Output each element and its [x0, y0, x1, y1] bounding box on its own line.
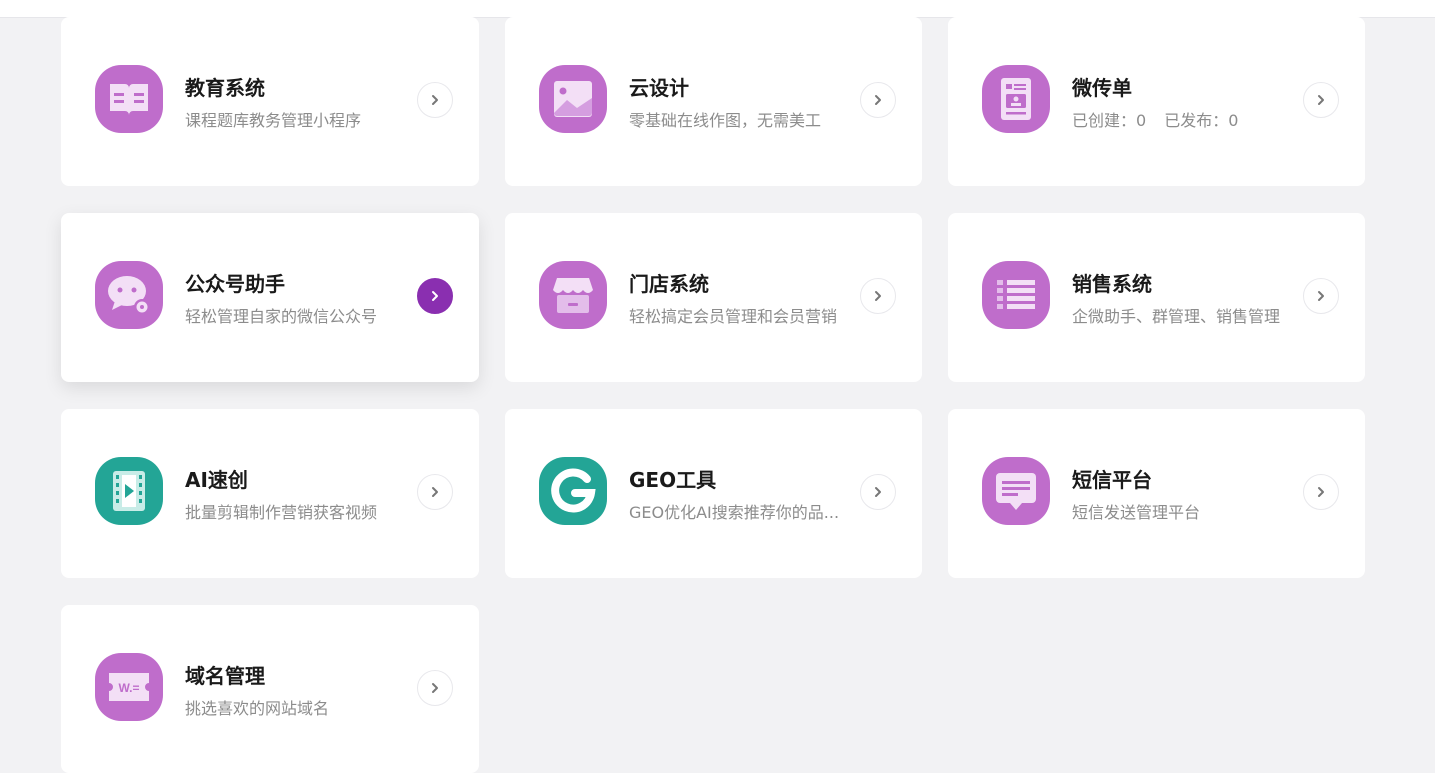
card-title: GEO工具: [629, 468, 717, 492]
card-title: 微传单: [1072, 76, 1132, 100]
card-description: 课程题库教务管理小程序: [185, 111, 362, 130]
chevron-right-icon[interactable]: [860, 278, 896, 314]
card-ai-quick-create[interactable]: AI速创 批量剪辑制作营销获客视频: [61, 409, 479, 578]
chevron-right-icon[interactable]: [860, 474, 896, 510]
card-title: AI速创: [185, 468, 248, 492]
card-description: 轻松搞定会员管理和会员营销: [629, 307, 838, 326]
card-description: 挑选喜欢的网站域名: [185, 699, 330, 718]
video-icon: [95, 457, 163, 525]
flyer-icon: [982, 65, 1050, 133]
chevron-right-icon[interactable]: [1303, 278, 1339, 314]
card-title: 门店系统: [629, 272, 709, 296]
card-title: 域名管理: [185, 664, 265, 688]
chevron-right-icon[interactable]: [860, 82, 896, 118]
message-icon: [982, 457, 1050, 525]
card-education-system[interactable]: 教育系统 课程题库教务管理小程序: [61, 17, 479, 186]
top-bar: [0, 0, 1435, 18]
card-description: 零基础在线作图，无需美工: [629, 111, 822, 130]
chevron-right-icon[interactable]: [1303, 82, 1339, 118]
card-description: GEO优化AI搜索推荐你的品...: [629, 503, 840, 522]
chevron-right-icon[interactable]: [1303, 474, 1339, 510]
domain-icon-text: W.=: [118, 681, 139, 695]
card-sales-system[interactable]: 销售系统 企微助手、群管理、销售管理: [948, 213, 1365, 382]
wechat-settings-icon: [95, 261, 163, 329]
card-title: 云设计: [629, 76, 689, 100]
card-geo-tool[interactable]: GEO工具 GEO优化AI搜索推荐你的品...: [505, 409, 922, 578]
published-count: 0: [1228, 111, 1239, 130]
list-icon: [982, 261, 1050, 329]
card-store-system[interactable]: 门店系统 轻松搞定会员管理和会员营销: [505, 213, 922, 382]
card-official-account-assistant[interactable]: 公众号助手 轻松管理自家的微信公众号: [61, 213, 479, 382]
card-micro-flyer[interactable]: 微传单 已创建：0 已发布：0: [948, 17, 1365, 186]
geo-logo-icon: [539, 457, 607, 525]
chevron-right-icon[interactable]: [417, 474, 453, 510]
flyer-stats: 已创建：0 已发布：0: [1072, 107, 1238, 131]
card-description: 企微助手、群管理、销售管理: [1072, 307, 1281, 326]
card-description: 短信发送管理平台: [1072, 503, 1201, 522]
card-title: 公众号助手: [185, 272, 285, 296]
domain-ticket-icon: W.=: [95, 653, 163, 721]
card-domain-management[interactable]: W.= 域名管理 挑选喜欢的网站域名: [61, 605, 479, 773]
card-cloud-design[interactable]: 云设计 零基础在线作图，无需美工: [505, 17, 922, 186]
card-title: 短信平台: [1072, 468, 1152, 492]
image-icon: [539, 65, 607, 133]
card-description: 批量剪辑制作营销获客视频: [185, 503, 378, 522]
card-title: 教育系统: [185, 76, 265, 100]
store-icon: [539, 261, 607, 329]
chevron-right-icon[interactable]: [417, 670, 453, 706]
card-description: 轻松管理自家的微信公众号: [185, 307, 378, 326]
created-label: 已创建：: [1072, 111, 1137, 130]
created-count: 0: [1136, 111, 1147, 130]
published-label: 已发布：: [1164, 111, 1229, 130]
card-sms-platform[interactable]: 短信平台 短信发送管理平台: [948, 409, 1365, 578]
chevron-right-icon[interactable]: [417, 82, 453, 118]
chevron-right-icon[interactable]: [417, 278, 453, 314]
open-book-icon: [95, 65, 163, 133]
card-title: 销售系统: [1072, 272, 1152, 296]
app-grid: 教育系统 课程题库教务管理小程序 云设计 零基础在线作图，无需美工 微传单 已创…: [61, 17, 1365, 773]
